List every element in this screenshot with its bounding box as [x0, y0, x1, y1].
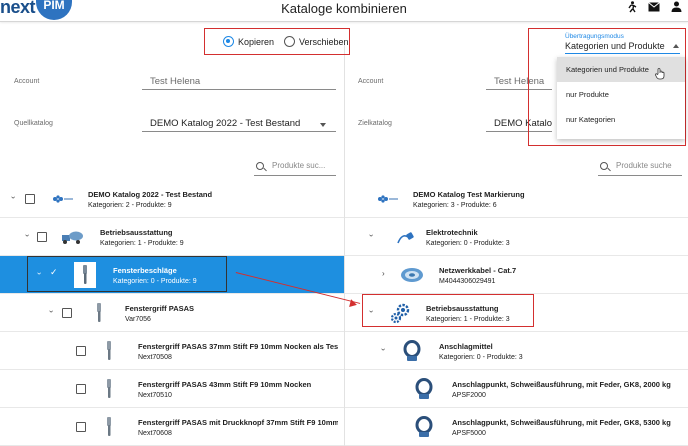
- target-account-label: Account: [358, 78, 384, 85]
- catalog-logo-icon: [50, 186, 76, 212]
- target-catalog-label: Zielkatalog: [358, 120, 392, 127]
- tree-row-name: Betriebsausstattung: [100, 228, 173, 237]
- window-handle-icon: [86, 300, 112, 326]
- cable-reel-icon: [399, 262, 425, 288]
- tree-row-name: Fenstergriff PASAS 43mm Stift F9 10mm No…: [138, 380, 312, 389]
- tree-row-source-product[interactable]: Fenstergriff PASAS 43mm Stift F9 10mm No…: [0, 370, 344, 408]
- tree-row-name: Fenstergriff PASAS mit Druckknopf 37mm S…: [138, 418, 338, 427]
- tree-row-sub: Kategorien: 3 - Produkte: 6: [413, 202, 497, 209]
- transfer-mode-menu: Kategorien und Produkte nur Produkte nur…: [557, 57, 685, 139]
- option-only-categories[interactable]: nur Kategorien: [557, 107, 685, 132]
- exit-icon[interactable]: [626, 1, 637, 17]
- tree-row-source-catalog[interactable]: › DEMO Katalog 2022 - Test Bestand Kateg…: [0, 180, 344, 218]
- tree-row-target-product[interactable]: › Netzwerkkabel - Cat.7 M4044306029491: [345, 256, 688, 294]
- tree-row-source-category[interactable]: › Betriebsausstattung Kategorien: 1 - Pr…: [0, 218, 344, 256]
- target-search-placeholder: Produkte suche: [616, 161, 672, 170]
- checkbox-icon[interactable]: [37, 232, 47, 242]
- tree-row-name: Fenstergriff PASAS: [125, 304, 195, 313]
- copy-radio[interactable]: Kopieren: [223, 36, 274, 47]
- source-search-placeholder: Produkte suc...: [272, 161, 326, 170]
- chevron-up-icon: [673, 44, 679, 48]
- tree-row-name: DEMO Katalog Test Markierung: [413, 190, 525, 199]
- tree-row-name: Elektrotechnik: [426, 228, 478, 237]
- search-icon: [600, 161, 608, 170]
- lifting-point-icon: [411, 376, 437, 402]
- source-account-field[interactable]: Test Helena: [142, 76, 336, 90]
- checkbox-icon[interactable]: [76, 346, 86, 356]
- app-window: next PIM Kataloge kombinieren Kopieren V…: [0, 0, 688, 446]
- tree-row-target-subcategory[interactable]: › Anschlagmittel Kategorien: 0 - Produkt…: [345, 332, 688, 370]
- tree-row-sub: APSF5000: [452, 430, 486, 437]
- mail-icon[interactable]: [648, 1, 660, 17]
- tree-row-sub: Kategorien: 1 - Produkte: 9: [100, 240, 184, 247]
- transfer-mode-value[interactable]: Kategorien und Produkte: [565, 41, 680, 54]
- search-icon: [256, 161, 264, 170]
- move-radio[interactable]: Verschieben: [284, 36, 349, 47]
- tree-row-name: DEMO Katalog 2022 - Test Bestand: [88, 190, 213, 199]
- window-handle-icon: [96, 338, 122, 364]
- chevron-down-icon[interactable]: ›: [9, 196, 18, 199]
- chevron-down-icon[interactable]: ›: [367, 234, 376, 237]
- option-only-products[interactable]: nur Produkte: [557, 82, 685, 107]
- transfer-mode-label: Übertragungsmodus: [565, 33, 624, 40]
- tree-row-source-product[interactable]: Fenstergriff PASAS 37mm Stift F9 10mm No…: [0, 332, 344, 370]
- window-handle-icon: [96, 414, 122, 440]
- tree-row-target-category[interactable]: › Elektrotechnik Kategorien: 0 - Produkt…: [345, 218, 688, 256]
- radio-unselected-icon: [284, 36, 296, 47]
- move-radio-label: Verschieben: [299, 36, 349, 47]
- checkbox-icon[interactable]: [76, 422, 86, 432]
- tree-row-target-product[interactable]: Anschlagpunkt, Schweißausführung, mit Fe…: [345, 370, 688, 408]
- target-search-input[interactable]: Produkte suche: [598, 156, 682, 176]
- window-handle-icon: [96, 376, 122, 402]
- option-categories-and-products[interactable]: Kategorien und Produkte: [557, 57, 685, 82]
- lifting-point-icon: [411, 414, 437, 440]
- header-actions: [626, 1, 682, 17]
- tree-row-name: Fenstergriff PASAS 37mm Stift F9 10mm No…: [138, 342, 338, 351]
- tree-row-sub: Next70608: [138, 430, 172, 437]
- page-title: Kataloge kombinieren: [281, 1, 407, 16]
- checkbox-icon[interactable]: [62, 308, 72, 318]
- tree-row-source-product[interactable]: Fenstergriff PASAS mit Druckknopf 37mm S…: [0, 408, 344, 446]
- tree-row-sub: Kategorien: 0 - Produkte: 3: [439, 354, 523, 361]
- tree-row-target-catalog[interactable]: DEMO Katalog Test Markierung Kategorien:…: [345, 180, 688, 218]
- copy-mode-radio-group: Kopieren Verschieben: [204, 28, 350, 55]
- chevron-down-icon[interactable]: ›: [47, 310, 56, 313]
- tree-row-target-product[interactable]: Anschlagpunkt, Schweißausführung, mit Fe…: [345, 408, 688, 446]
- checkbox-icon[interactable]: [25, 194, 35, 204]
- tree-row-sub: Var7056: [125, 316, 151, 323]
- tree-row-sub: Next70510: [138, 392, 172, 399]
- catalog-logo-icon: [375, 186, 401, 212]
- app-header: next PIM Kataloge kombinieren: [0, 0, 688, 22]
- tree-row-sub: APSF2000: [452, 392, 486, 399]
- option-label: Kategorien und Produkte: [566, 65, 649, 74]
- transfer-mode-select[interactable]: Übertragungsmodus Kategorien und Produkt…: [528, 28, 686, 146]
- tree-row-sub: Kategorien: 0 - Produkte: 3: [426, 240, 510, 247]
- chevron-down-icon: [320, 123, 326, 127]
- source-catalog-label: Quellkatalog: [14, 120, 53, 127]
- checkbox-icon[interactable]: [76, 384, 86, 394]
- tree-row-name: Anschlagpunkt, Schweißausführung, mit Fe…: [452, 380, 671, 389]
- tree-row-source-product-group[interactable]: › Fenstergriff PASAS Var7056: [0, 294, 344, 332]
- copy-radio-label: Kopieren: [238, 36, 275, 47]
- source-search-input[interactable]: Produkte suc...: [254, 156, 336, 176]
- tree-row-name: Netzwerkkabel - Cat.7: [439, 266, 517, 275]
- cable-plug-icon: [393, 224, 419, 250]
- cement-mixer-icon: [60, 224, 86, 250]
- target-highlight-frame: [362, 294, 534, 327]
- chevron-right-icon[interactable]: ›: [382, 269, 385, 278]
- tree-row-sub: M4044306029491: [439, 278, 496, 285]
- lifting-point-icon: [399, 338, 425, 364]
- source-catalog-select[interactable]: DEMO Katalog 2022 - Test Bestand: [142, 118, 336, 132]
- source-account-label: Account: [14, 78, 40, 85]
- chevron-down-icon[interactable]: ›: [379, 348, 388, 351]
- radio-selected-icon: [223, 36, 234, 47]
- tree-row-sub: Kategorien: 2 - Produkte: 9: [88, 202, 172, 209]
- tree-row-sub: Next70508: [138, 354, 172, 361]
- source-highlight-frame: [27, 256, 227, 292]
- tree-row-name: Anschlagpunkt, Schweißausführung, mit Fe…: [452, 418, 671, 427]
- user-icon[interactable]: [671, 1, 682, 17]
- chevron-down-icon[interactable]: ›: [23, 234, 32, 237]
- tree-row-name: Anschlagmittel: [439, 342, 493, 351]
